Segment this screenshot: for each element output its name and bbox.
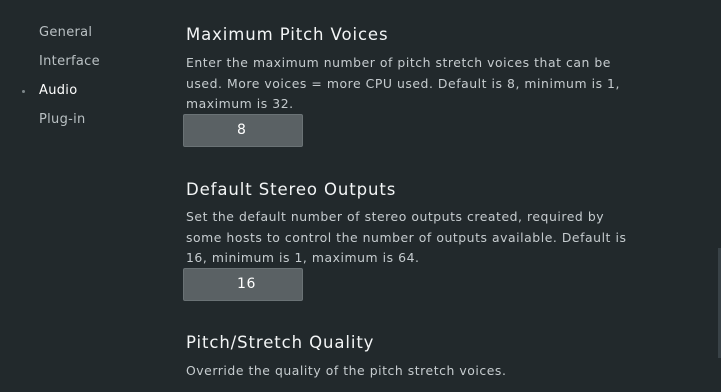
section-title: Maximum Pitch Voices — [186, 25, 389, 44]
section-description-line: used. More voices = more CPU used. Defau… — [186, 76, 620, 91]
section-description-line: Override the quality of the pitch stretc… — [186, 363, 507, 378]
settings-panel: General Interface Audio Plug-in Maximum … — [0, 0, 721, 392]
section-description-line: 16, minimum is 1, maximum is 64. — [186, 250, 420, 265]
section-description-line: some hosts to control the number of outp… — [186, 230, 627, 245]
active-indicator-dot — [22, 90, 25, 93]
section-description-line: Set the default number of stereo outputs… — [186, 209, 605, 224]
section-title: Pitch/Stretch Quality — [186, 333, 375, 352]
default-stereo-outputs-input[interactable]: 16 — [183, 268, 303, 301]
section-description-line: maximum is 32. — [186, 96, 294, 111]
sidebar-item-audio[interactable]: Audio — [39, 83, 77, 98]
sidebar-item-general[interactable]: General — [39, 25, 92, 40]
window-edge — [721, 0, 728, 392]
sidebar-item-plug-in[interactable]: Plug-in — [39, 112, 86, 127]
section-title: Default Stereo Outputs — [186, 180, 397, 199]
section-description-line: Enter the maximum number of pitch stretc… — [186, 55, 611, 70]
max-pitch-voices-input[interactable]: 8 — [183, 114, 303, 147]
sidebar-item-interface[interactable]: Interface — [39, 54, 100, 69]
